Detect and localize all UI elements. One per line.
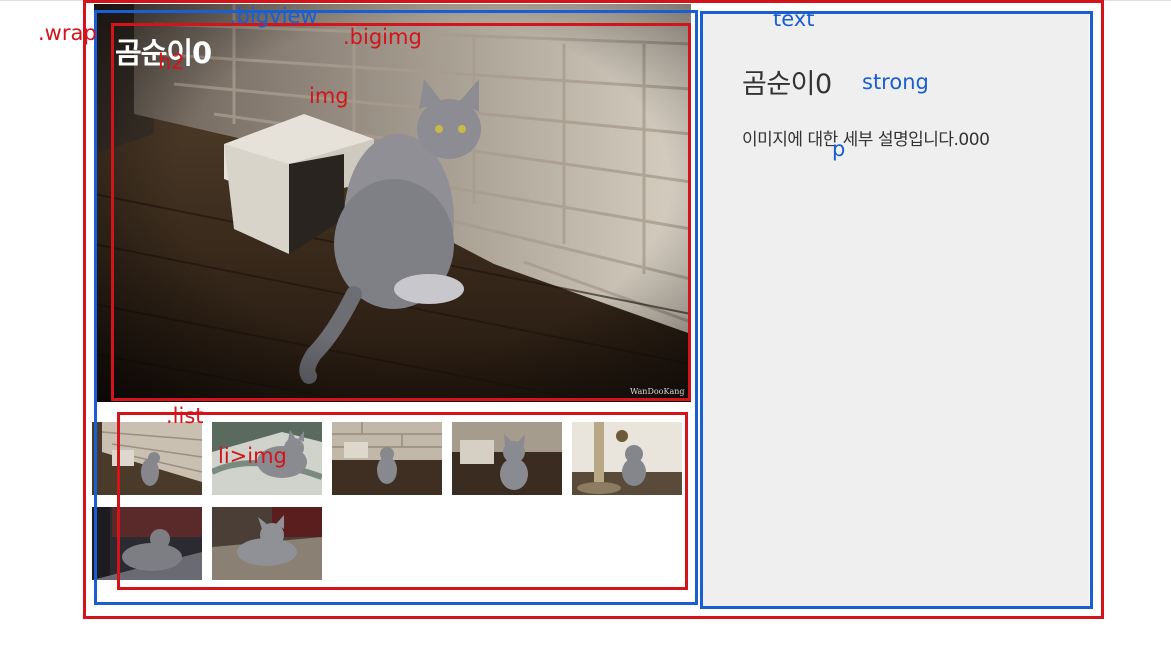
- list-label: .list: [166, 404, 204, 428]
- bigview-label: .bigview: [230, 4, 318, 28]
- p-label: p: [832, 137, 846, 161]
- bigimg-label: .bigimg: [343, 25, 422, 49]
- img-label: img: [309, 84, 349, 108]
- h2-label: h2: [158, 50, 185, 74]
- strong-label: strong: [862, 70, 929, 94]
- li-img-label: li>img: [218, 444, 287, 468]
- text-label: text: [773, 7, 815, 31]
- bigimg-outline: [111, 23, 691, 401]
- text-outline: [700, 11, 1093, 609]
- wrap-label: .wrap: [38, 21, 97, 45]
- list-outline: [117, 412, 688, 590]
